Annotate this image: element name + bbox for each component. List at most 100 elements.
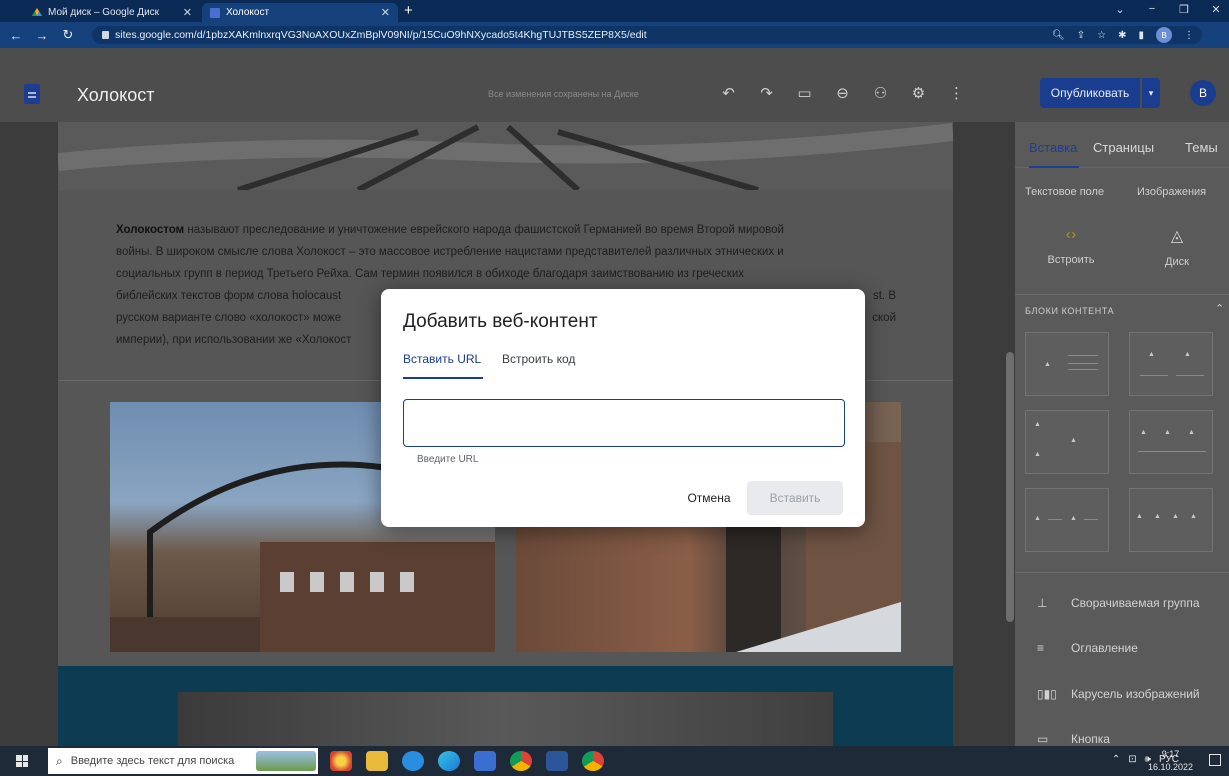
layout-block-image-grid[interactable]: ▲ ▲ ▲ (1025, 410, 1109, 474)
clock-date: 16.10.2022 (1147, 762, 1193, 772)
close-tab-icon[interactable]: ✕ (381, 6, 390, 19)
image-placeholder-icon: ▲ (1070, 437, 1077, 444)
window-controls: ⌄ − ❐ ✕ (1113, 3, 1223, 16)
forward-icon[interactable]: → (32, 28, 52, 43)
google-sites-icon (210, 7, 220, 18)
account-avatar[interactable]: B (1190, 80, 1216, 106)
list-item-label: Оглавление (1071, 641, 1138, 655)
chrome-icon[interactable] (510, 751, 532, 771)
layout-block-image-text[interactable]: ▲ (1025, 332, 1109, 396)
image-placeholder-icon: ▲ (1172, 513, 1179, 520)
tab-embed-code[interactable]: Встроить код (502, 352, 575, 366)
edge-icon[interactable] (438, 751, 460, 771)
paragraph-line: библейских текстов форм слова holocaust (116, 290, 342, 302)
redo-icon[interactable]: ↷ (758, 84, 775, 102)
site-title[interactable]: Холокост (77, 85, 154, 106)
insert-panel: Вставка Страницы Темы Текстовое поле Изо… (1015, 122, 1229, 746)
tab-holocaust[interactable]: Холокост ✕ (202, 3, 398, 22)
layout-block-image-pairs[interactable]: ▲ ▲ (1025, 488, 1109, 552)
minimize-icon[interactable]: − (1145, 3, 1159, 16)
link-icon[interactable]: ⊖ (834, 84, 851, 102)
publish-button[interactable]: Опубликовать (1040, 78, 1140, 108)
save-app-icon[interactable] (474, 751, 496, 771)
table-of-contents-item[interactable]: ≡ Оглавление (1037, 641, 1138, 655)
network-icon[interactable]: ⊡ (1128, 754, 1136, 765)
layout-block-two-images[interactable]: ▲ ▲ (1129, 332, 1213, 396)
taskbar-search-placeholder: Введите здесь текст для поиска (70, 755, 235, 767)
list-item-label: Сворачиваемая группа (1071, 596, 1200, 610)
file-explorer-icon[interactable] (366, 751, 388, 771)
drive-tool[interactable]: ◬ Диск (1137, 226, 1217, 268)
search-highlight-image (256, 751, 316, 771)
omnibox-actions: 🔍︎ ⇪ ☆ ✱ ▮ B ⋮ (1052, 26, 1194, 44)
insert-button[interactable]: Вставить (747, 481, 843, 515)
new-tab-button[interactable]: + (404, 2, 413, 19)
url-input[interactable] (403, 399, 845, 447)
tab-themes[interactable]: Темы (1185, 140, 1218, 155)
panel-divider (1015, 294, 1229, 295)
url-text: sites.google.com/d/1pbzXAKmlnxrqVG3NoAXO… (115, 29, 647, 41)
taskbar-search[interactable]: ⌕ Введите здесь текст для поиска (48, 748, 318, 774)
google-sites-logo-icon[interactable] (24, 84, 40, 104)
share-icon[interactable]: ⇪ (1077, 30, 1085, 41)
side-panel-icon[interactable]: ▮ (1138, 30, 1144, 41)
button-item[interactable]: ▭ Кнопка (1037, 732, 1110, 746)
address-bar[interactable]: sites.google.com/d/1pbzXAKmlnxrqVG3NoAXO… (92, 26, 1202, 44)
button-icon: ▭ (1037, 732, 1049, 746)
more-options-icon[interactable]: ⋮ (948, 84, 965, 102)
canvas-scrollbar[interactable] (1006, 352, 1014, 622)
layout-block-four-images[interactable]: ▲ ▲ ▲ ▲ (1129, 488, 1213, 552)
editor-toolbar: ↶ ↷ ▭ ⊖ ⚇ ⚙ ⋮ (720, 84, 965, 102)
close-tab-icon[interactable]: ✕ (183, 6, 192, 19)
windows-start-icon[interactable] (16, 755, 28, 767)
taskbar-clock[interactable]: 9:17 16.10.2022 (1148, 748, 1193, 774)
collapse-chevron-icon[interactable]: ⌃ (1215, 302, 1224, 315)
restore-icon[interactable]: ❐ (1177, 3, 1191, 16)
drive-label: Диск (1165, 256, 1189, 268)
sites-header: Холокост Все изменения сохранены на Диск… (0, 48, 1229, 122)
profile-avatar[interactable]: B (1156, 27, 1172, 43)
image-placeholder-icon: ▲ (1164, 429, 1171, 436)
bookmark-star-icon[interactable]: ☆ (1097, 30, 1106, 41)
settings-gear-icon[interactable]: ⚙ (910, 84, 927, 102)
tab-google-drive[interactable]: Мой диск – Google Диск ✕ (24, 3, 200, 22)
notifications-icon[interactable] (1209, 754, 1221, 766)
browser-menu-icon[interactable]: ⋮ (1184, 30, 1194, 41)
embed-tool[interactable]: ‹› Встроить (1031, 226, 1111, 266)
skype-icon[interactable] (402, 751, 424, 771)
image-carousel-item[interactable]: ▯▮▯ Карусель изображений (1037, 687, 1200, 701)
cancel-button[interactable]: Отмена (677, 483, 741, 513)
collapsible-group-item[interactable]: ⊥ Сворачиваемая группа (1037, 596, 1200, 610)
extensions-icon[interactable]: ✱ (1118, 30, 1126, 41)
tab-insert-url[interactable]: Вставить URL (403, 352, 481, 366)
banner-image-railway-tracks[interactable] (58, 122, 953, 190)
close-window-icon[interactable]: ✕ (1209, 3, 1223, 16)
search-icon: ⌕ (56, 753, 63, 768)
zoom-icon[interactable]: 🔍︎ (1052, 30, 1065, 41)
word-icon[interactable] (546, 751, 568, 771)
preview-icon[interactable]: ▭ (796, 84, 813, 102)
tab-insert[interactable]: Вставка (1029, 140, 1077, 155)
paragraph-line: называют преследование и уничтожение евр… (184, 224, 784, 236)
layout-block-three-images[interactable]: ▲ ▲ ▲ (1129, 410, 1213, 474)
tab-pages[interactable]: Страницы (1093, 140, 1154, 155)
active-tab-indicator (403, 377, 483, 379)
back-icon[interactable]: ← (6, 28, 26, 43)
paragraph-line: войны. В широком смысле слова Холокост –… (116, 246, 784, 258)
images-option[interactable]: Изображения (1137, 186, 1206, 198)
image-camp-buildings[interactable] (178, 692, 833, 746)
tray-chevron-icon[interactable]: ⌃ (1112, 754, 1120, 765)
opera-icon[interactable] (330, 751, 352, 771)
image-placeholder-icon: ▲ (1190, 513, 1197, 520)
publish-options-chevron-icon[interactable]: ▾ (1142, 78, 1160, 108)
undo-icon[interactable]: ↶ (720, 84, 737, 102)
text-box-option[interactable]: Текстовое поле (1025, 186, 1104, 198)
reload-icon[interactable]: ↻ (58, 27, 78, 43)
chrome-icon[interactable] (582, 751, 604, 771)
taskbar-apps (330, 751, 604, 771)
add-web-content-dialog: Добавить веб-контент Вставить URL Встрои… (381, 289, 865, 527)
share-with-others-icon[interactable]: ⚇ (872, 84, 889, 102)
dialog-title: Добавить веб-контент (403, 311, 598, 332)
tab-search-icon[interactable]: ⌄ (1113, 3, 1127, 16)
drive-icon: ◬ (1170, 228, 1184, 245)
